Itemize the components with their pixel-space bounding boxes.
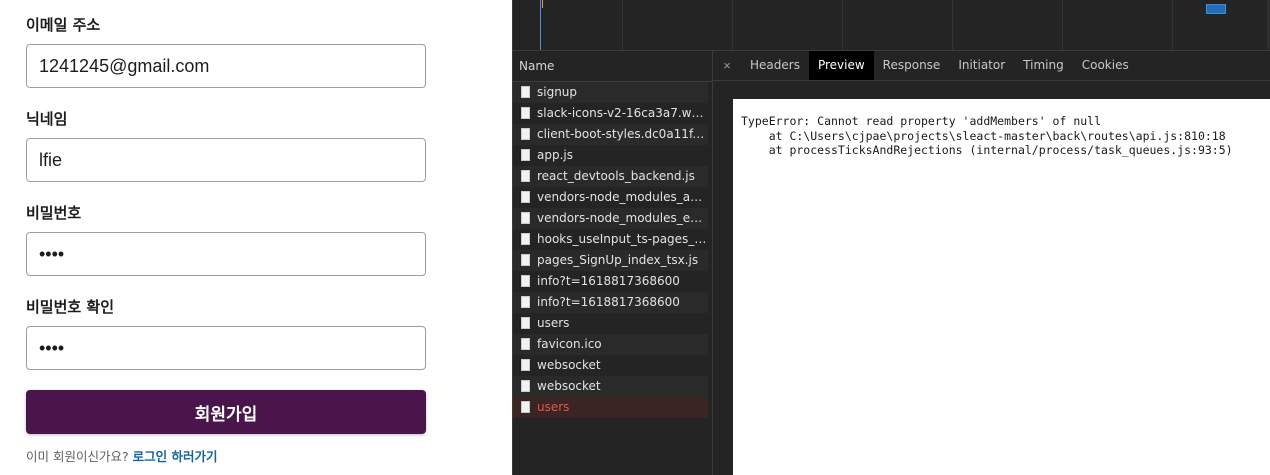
tab-response[interactable]: Response (874, 51, 950, 80)
preview-content: TypeError: Cannot read property 'addMemb… (733, 99, 1270, 475)
request-row[interactable]: vendors-node_modules_axios... (513, 187, 708, 208)
document-icon (521, 86, 530, 98)
request-name: vendors-node_modules_emoti... (537, 211, 708, 225)
request-row[interactable]: app.js (513, 145, 708, 166)
login-hint: 이미 회원이신가요? 로그인 하러가기 (26, 446, 217, 465)
request-row[interactable]: pages_SignUp_index_tsx.js (513, 250, 708, 271)
document-icon (521, 338, 530, 350)
request-name: signup (537, 85, 578, 99)
request-name: hooks_useInput_ts-pages_Sig... (537, 232, 708, 246)
signup-button[interactable]: 회원가입 (26, 390, 426, 434)
devtools-network-panel: Name signup slack-icons-v2-16ca3a7.woff2… (512, 0, 1270, 475)
request-name: favicon.ico (537, 337, 602, 351)
tab-headers[interactable]: Headers (741, 51, 809, 80)
request-row[interactable]: websocket (513, 355, 708, 376)
request-row[interactable]: slack-icons-v2-16ca3a7.woff2 (513, 103, 708, 124)
request-name: websocket (537, 379, 601, 393)
request-row[interactable]: websocket (513, 376, 708, 397)
request-row-error[interactable]: users (513, 397, 708, 418)
timeline-gridline (622, 0, 623, 50)
document-icon (521, 107, 530, 119)
request-name: app.js (537, 148, 573, 162)
timeline-request-marker (542, 0, 543, 8)
document-icon (521, 275, 530, 287)
document-icon (521, 359, 530, 371)
password-confirm-label: 비밀번호 확인 (26, 298, 115, 316)
nickname-label: 닉네임 (26, 110, 68, 128)
error-stack-trace: TypeError: Cannot read property 'addMemb… (741, 114, 1233, 157)
email-input[interactable] (26, 44, 426, 88)
password-label: 비밀번호 (26, 204, 82, 222)
request-name: info?t=1618817368600 (537, 274, 680, 288)
document-icon (521, 170, 530, 182)
request-name: vendors-node_modules_axios... (537, 190, 708, 204)
document-icon (521, 212, 530, 224)
document-icon (521, 296, 530, 308)
request-name: users (537, 316, 570, 330)
signup-form: 이메일 주소 닉네임 비밀번호 비밀번호 확인 회원가입 이미 회원이신가요? … (0, 0, 512, 475)
request-name: client-boot-styles.dc0a11f.css?... (537, 127, 708, 141)
request-row[interactable]: hooks_useInput_ts-pages_Sig... (513, 229, 708, 250)
request-row[interactable]: vendors-node_modules_emoti... (513, 208, 708, 229)
timeline-gridline (732, 0, 733, 50)
email-label: 이메일 주소 (26, 16, 101, 34)
request-row[interactable]: info?t=1618817368600 (513, 292, 708, 313)
request-name: slack-icons-v2-16ca3a7.woff2 (537, 106, 708, 120)
password-confirm-input[interactable] (26, 326, 426, 370)
timeline-request-bar (1206, 4, 1226, 14)
request-row[interactable]: users (513, 313, 708, 334)
request-row[interactable]: signup (513, 82, 708, 103)
timeline-domcontentloaded-marker (540, 0, 541, 50)
timeline-gridline (1062, 0, 1063, 50)
request-name: websocket (537, 358, 601, 372)
timeline-gridline (952, 0, 953, 50)
request-name-column: Name signup slack-icons-v2-16ca3a7.woff2… (513, 51, 713, 475)
nickname-input[interactable] (26, 138, 426, 182)
password-input[interactable] (26, 232, 426, 276)
request-list: signup slack-icons-v2-16ca3a7.woff2 clie… (513, 82, 712, 418)
login-hint-text: 이미 회원이신가요? (26, 449, 129, 464)
timeline-gridline (1172, 0, 1173, 50)
request-detail-pane: × Headers Preview Response Initiator Tim… (713, 51, 1270, 475)
request-name: info?t=1618817368600 (537, 295, 680, 309)
request-row[interactable]: client-boot-styles.dc0a11f.css?... (513, 124, 708, 145)
tab-initiator[interactable]: Initiator (949, 51, 1014, 80)
document-icon (521, 149, 530, 161)
document-icon (521, 380, 530, 392)
timeline-gridline (842, 0, 843, 50)
name-column-header[interactable]: Name (513, 51, 712, 82)
request-row[interactable]: info?t=1618817368600 (513, 271, 708, 292)
document-icon (521, 128, 530, 140)
request-row[interactable]: react_devtools_backend.js (513, 166, 708, 187)
document-icon (521, 233, 530, 245)
request-name: pages_SignUp_index_tsx.js (537, 253, 699, 267)
request-name: users (537, 400, 570, 414)
document-icon (521, 254, 530, 266)
request-name: react_devtools_backend.js (537, 169, 695, 183)
document-icon (521, 191, 530, 203)
tab-timing[interactable]: Timing (1014, 51, 1073, 80)
document-icon (521, 401, 530, 413)
login-link[interactable]: 로그인 하러가기 (133, 449, 218, 464)
tab-cookies[interactable]: Cookies (1073, 51, 1138, 80)
request-row[interactable]: favicon.ico (513, 334, 708, 355)
detail-tabbar: × Headers Preview Response Initiator Tim… (713, 51, 1270, 81)
close-icon[interactable]: × (713, 51, 741, 80)
tab-preview[interactable]: Preview (808, 51, 874, 80)
document-icon (521, 317, 530, 329)
network-timeline[interactable] (513, 0, 1270, 51)
